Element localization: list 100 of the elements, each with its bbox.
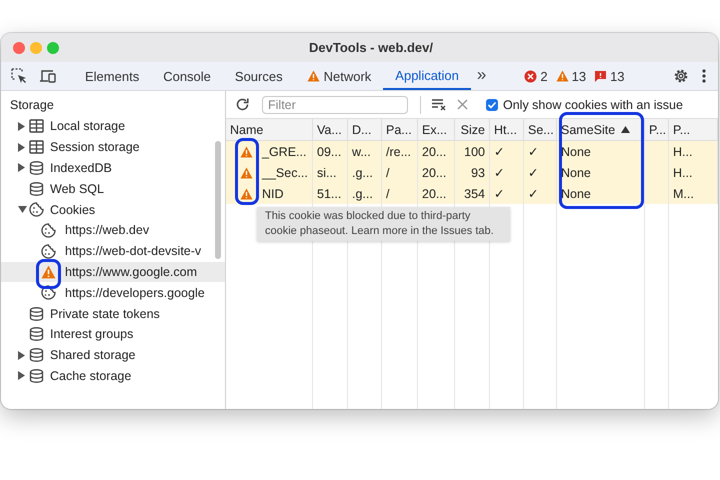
tree-item[interactable]: Shared storage [1, 344, 215, 366]
table-cell: H... [669, 141, 718, 162]
table-cell: ✓ [524, 162, 557, 183]
flag-icon [594, 70, 608, 82]
tree-item[interactable]: Private state tokens [1, 303, 215, 324]
device-icon[interactable] [39, 68, 57, 84]
tree-item[interactable]: https://www.google.com [1, 262, 225, 282]
table-cell: ✓ [490, 141, 524, 162]
table-cell: 20... [418, 141, 455, 162]
expand-arrow-icon[interactable] [18, 350, 25, 360]
panel-tab[interactable]: Elements [73, 62, 152, 90]
column-header[interactable]: Size [455, 119, 490, 141]
tree-item-label: Local storage [50, 119, 126, 134]
table-cell: .g... [348, 183, 382, 204]
issue-count[interactable]: 13 [594, 68, 625, 84]
tree-item[interactable]: Cookies [1, 199, 215, 220]
expand-arrow-icon[interactable] [18, 122, 25, 131]
checkbox-label: Only show cookies with an issue [503, 98, 683, 112]
close-icon[interactable] [457, 99, 468, 110]
table-cell: ✓ [490, 162, 524, 183]
table-cell: 51... [313, 183, 348, 204]
tree-item-label: Cookies [50, 202, 96, 217]
table-cell: ✓ [524, 183, 557, 204]
table-cell: None [557, 141, 645, 162]
tree-item[interactable]: https://developers.google [1, 282, 215, 304]
column-header[interactable]: Se... [524, 119, 557, 141]
table-cell: / [382, 162, 418, 183]
table-cell: ✓ [490, 183, 524, 204]
warning-icon [240, 146, 253, 158]
expand-arrow-icon[interactable] [18, 371, 25, 380]
table-cell: w... [348, 141, 382, 162]
settings-icon[interactable] [673, 68, 689, 84]
warning-icon [556, 70, 569, 82]
tree-item-label: Web SQL [50, 182, 104, 196]
column-header[interactable]: SameSite [557, 119, 645, 141]
error-count[interactable]: 2 [524, 68, 548, 84]
tree-item-label: Shared storage [50, 348, 136, 362]
table-cell [645, 141, 669, 162]
tree-item-label: https://www.google.com [65, 264, 198, 279]
table-cell: None [557, 183, 645, 204]
table-cell: si... [313, 162, 348, 183]
warning-icon [240, 166, 253, 178]
panel-tab[interactable]: Application [383, 62, 471, 90]
tree-item-label: Cache storage [50, 368, 132, 383]
tree-item[interactable]: https://web.dev [1, 220, 215, 241]
column-header[interactable]: Pa... [382, 119, 418, 141]
cookie-name: __Sec... [262, 166, 308, 180]
filter-field[interactable]: Filter [262, 96, 408, 114]
tree-item[interactable]: IndexedDB [1, 158, 215, 178]
tree-item[interactable]: Web SQL [1, 178, 215, 200]
table-cell: 354 [455, 183, 490, 204]
expand-arrow-icon[interactable] [18, 163, 25, 172]
scrollbar-thumb[interactable] [215, 141, 221, 259]
cookie-name: NID [262, 186, 284, 200]
tree-item[interactable]: Cache storage [1, 366, 215, 386]
tree-item[interactable]: Local storage [1, 116, 215, 137]
table-cell: None [557, 162, 645, 183]
panel-tab[interactable]: Console [151, 62, 223, 90]
table-cell: 20... [418, 162, 455, 183]
column-header[interactable]: Ht... [490, 119, 524, 141]
more-tabs-button[interactable]: » [476, 65, 486, 85]
column-header[interactable]: Ex... [418, 119, 455, 141]
column-header[interactable]: P... [645, 119, 669, 141]
inspect-icon[interactable] [11, 68, 27, 84]
tree-item[interactable]: Interest groups [1, 324, 215, 345]
refresh-icon[interactable] [235, 97, 250, 112]
table-cell: /re... [382, 141, 418, 162]
tree-item-label: Session storage [50, 140, 140, 154]
tree-item-label: Private state tokens [50, 306, 160, 321]
more-options-icon[interactable] [702, 69, 706, 83]
table-cell: 100 [455, 141, 490, 162]
tree-item-label: https://web-dot-devsite-v [65, 244, 202, 258]
column-header[interactable]: Va... [313, 119, 348, 141]
error-icon [524, 70, 538, 82]
column-header[interactable]: D... [348, 119, 382, 141]
cookie-name: _GRE... [262, 144, 306, 158]
table-cell: .g... [348, 162, 382, 183]
panel-tab[interactable]: Sources [222, 62, 295, 90]
warning-count[interactable]: 13 [556, 68, 586, 84]
column-header[interactable]: Name [226, 119, 313, 141]
window-title: DevTools - web.dev/ [309, 40, 434, 55]
tree-item-label: https://developers.google [65, 286, 205, 300]
tree-item[interactable]: https://web-dot-devsite-v [1, 240, 215, 262]
expand-arrow-icon[interactable] [18, 142, 25, 152]
tree-item-label: IndexedDB [50, 160, 112, 175]
highlight-box [36, 259, 61, 289]
clear-filter-icon[interactable] [431, 98, 447, 111]
checkbox[interactable] [486, 98, 498, 110]
column-header[interactable]: P... [669, 119, 718, 141]
table-cell: 93 [455, 162, 490, 183]
panel-tab[interactable]: Network [294, 62, 384, 90]
section-heading: Storage [9, 97, 55, 114]
collapse-arrow-icon[interactable] [18, 206, 27, 214]
table-cell: 09... [313, 141, 348, 162]
tree-item[interactable]: Session storage [1, 136, 215, 158]
table-cell: ✓ [524, 141, 557, 162]
tree-item-label: https://web.dev [65, 223, 150, 238]
sort-ascending-icon [621, 126, 630, 133]
table-cell: / [382, 183, 418, 204]
tree-item-label: Interest groups [50, 327, 134, 342]
